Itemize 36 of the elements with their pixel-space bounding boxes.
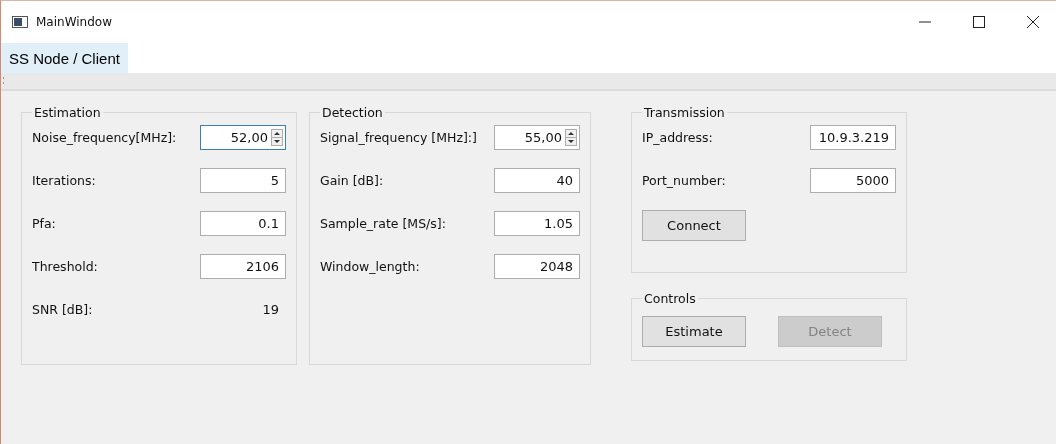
window-title: MainWindow: [36, 15, 113, 29]
field-label: IP_address:: [642, 129, 713, 145]
menu-tab[interactable]: SS Node / Client: [1, 43, 128, 73]
field-label: Pfa:: [32, 215, 56, 231]
input-field[interactable]: 0.1: [200, 210, 286, 236]
app-icon: [12, 16, 28, 28]
field-label: Iterations:: [32, 172, 96, 188]
push-button[interactable]: Connect: [642, 210, 746, 241]
field-label: Threshold:: [32, 258, 98, 274]
field-label: Sample_rate [MS/s]:: [320, 215, 446, 231]
input-field[interactable]: 10.9.3.219: [810, 124, 896, 150]
input-field[interactable]: 5000: [810, 167, 896, 193]
group-title: Estimation: [33, 105, 102, 120]
input-field[interactable]: 40: [494, 167, 580, 193]
spin-box[interactable]: 52,00: [200, 124, 286, 150]
field-label: Gain [dB]:: [320, 172, 384, 188]
spinner-arrows-icon[interactable]: [271, 128, 283, 146]
field-label: Noise_frequency[MHz]:: [32, 129, 177, 145]
close-icon: [1026, 15, 1040, 29]
group-title: Transmission: [643, 105, 726, 120]
maximize-icon: [972, 15, 986, 29]
input-field[interactable]: 2106: [200, 253, 286, 279]
push-button[interactable]: Estimate: [642, 316, 746, 347]
group-title: Controls: [643, 291, 697, 306]
field-label: Window_length:: [320, 258, 420, 274]
minimize-icon: [919, 21, 931, 23]
input-field[interactable]: 1.05: [494, 210, 580, 236]
value-text: 19: [262, 301, 280, 317]
field-label: SNR [dB]:: [32, 301, 93, 317]
field-label: Port_number:: [642, 172, 726, 188]
input-field[interactable]: 5: [200, 167, 286, 193]
field-label: Signal_frequency [MHz]:]: [320, 129, 477, 145]
group-title: Detection: [321, 105, 384, 120]
spin-box[interactable]: 55,00: [494, 124, 580, 150]
spinner-arrows-icon[interactable]: [565, 128, 577, 146]
input-field[interactable]: 2048: [494, 253, 580, 279]
